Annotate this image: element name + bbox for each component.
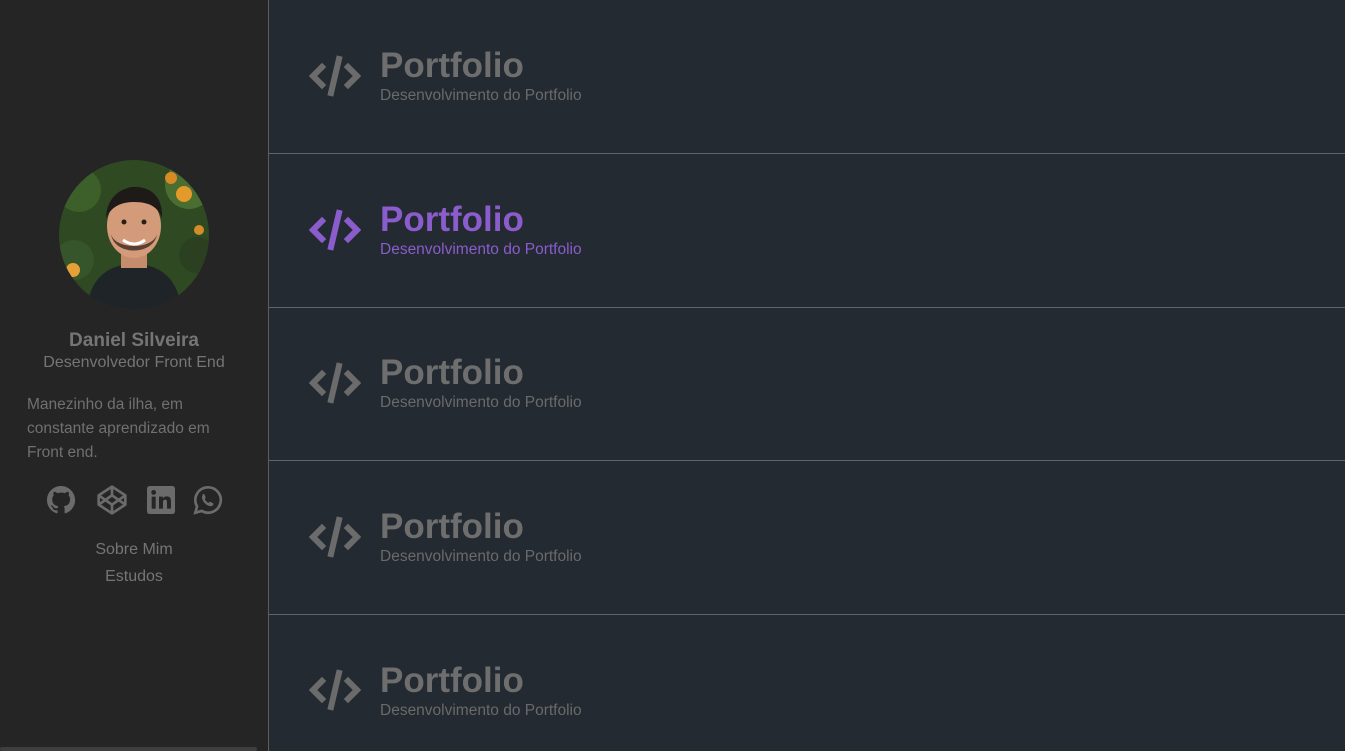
whatsapp-icon — [193, 485, 223, 515]
project-subtitle: Desenvolvimento do Portfolio — [380, 394, 582, 411]
project-title: Portfolio — [380, 661, 524, 700]
linkedin-link[interactable] — [145, 484, 177, 516]
sidebar: Daniel Silveira Desenvolvedor Front End … — [0, 0, 269, 751]
code-icon — [309, 209, 361, 251]
profile-bio: Manezinho da ilha, em constante aprendiz… — [27, 396, 210, 461]
project-list: Portfolio Desenvolvimento do Portfolio P… — [269, 0, 1345, 751]
code-icon — [309, 669, 361, 711]
project-subtitle: Desenvolvimento do Portfolio — [380, 87, 582, 104]
project-card-active[interactable]: Portfolio Desenvolvimento do Portfolio — [269, 154, 1345, 308]
project-title: Portfolio — [380, 507, 524, 546]
sidebar-nav: Sobre Mim Estudos — [0, 536, 268, 590]
project-subtitle: Desenvolvimento do Portfolio — [380, 548, 582, 565]
project-card[interactable]: Portfolio Desenvolvimento do Portfolio — [269, 307, 1345, 461]
github-link[interactable] — [45, 484, 77, 516]
project-title: Portfolio — [380, 200, 524, 239]
code-icon — [309, 516, 361, 558]
project-subtitle: Desenvolvimento do Portfolio — [380, 241, 582, 258]
codepen-icon — [97, 485, 127, 515]
project-card[interactable]: Portfolio Desenvolvimento do Portfolio — [269, 614, 1345, 751]
profile-role: Desenvolvedor Front End — [43, 354, 225, 371]
project-card[interactable]: Portfolio Desenvolvimento do Portfolio — [269, 0, 1345, 154]
code-icon — [309, 362, 361, 404]
nav-link-sobre-mim[interactable]: Sobre Mim — [0, 536, 268, 563]
whatsapp-link[interactable] — [192, 484, 224, 516]
sidebar-scrollbar[interactable] — [0, 747, 257, 751]
project-subtitle: Desenvolvimento do Portfolio — [380, 702, 582, 719]
profile-name: Daniel Silveira — [69, 330, 199, 351]
avatar — [59, 160, 209, 310]
project-card[interactable]: Portfolio Desenvolvimento do Portfolio — [269, 461, 1345, 615]
app: Daniel Silveira Desenvolvedor Front End … — [0, 0, 1345, 751]
project-title: Portfolio — [380, 353, 524, 392]
linkedin-icon — [147, 486, 175, 514]
project-title: Portfolio — [380, 46, 524, 85]
github-icon — [47, 486, 76, 514]
code-icon — [309, 55, 361, 97]
codepen-link[interactable] — [96, 484, 128, 516]
social-links — [45, 484, 230, 516]
nav-link-estudos[interactable]: Estudos — [0, 563, 268, 590]
